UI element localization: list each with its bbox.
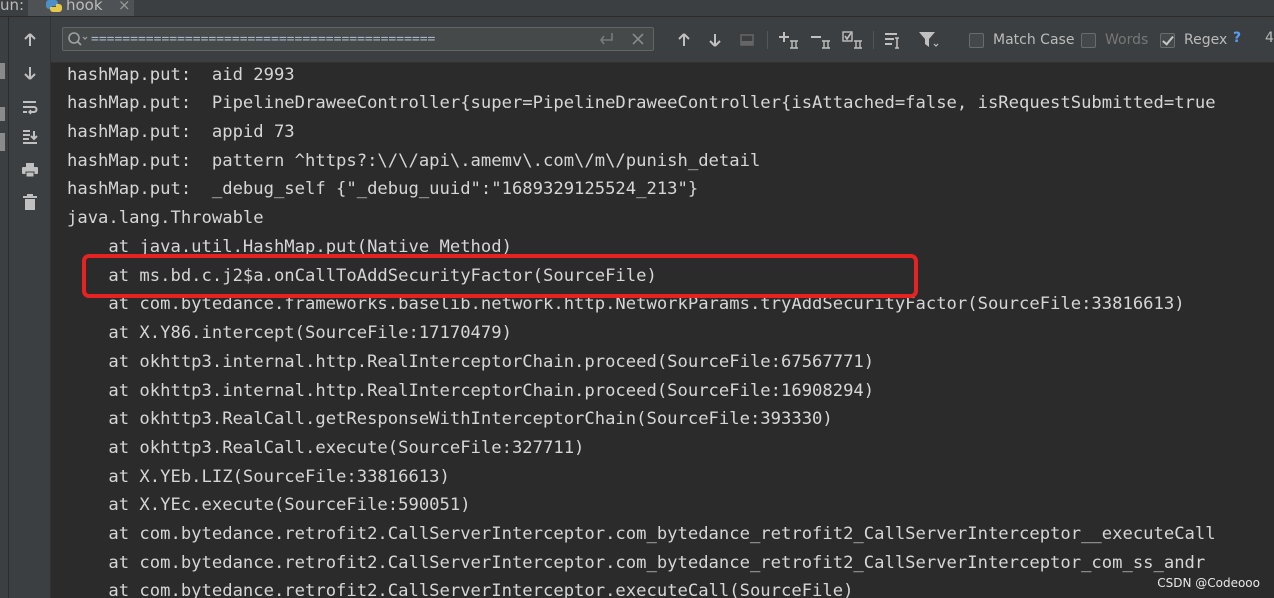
search-icon (68, 32, 88, 46)
console-line: at X.YEc.execute(SourceFile:590051) (67, 495, 471, 515)
console-line: at com.bytedance.retrofit2.CallServerInt… (67, 553, 1206, 573)
window-icon (740, 34, 754, 46)
search-field (62, 27, 654, 51)
regex-option[interactable]: Regex (1160, 30, 1227, 50)
filter-lines-button[interactable] (884, 29, 906, 51)
toolbar-separator (767, 31, 768, 49)
clear-all-button[interactable] (20, 192, 40, 212)
regex-help-link[interactable]: ? (1233, 30, 1241, 46)
down-stack-trace-button[interactable] (20, 63, 40, 83)
edge-marker (0, 133, 5, 143)
run-label: un: (0, 0, 25, 14)
find-toolbar: Match Case Words Regex ? 4 (51, 17, 1274, 63)
toolbar-separator (873, 31, 874, 49)
arrow-up-icon (678, 33, 690, 46)
match-count: 4 (1265, 30, 1274, 46)
regex-checkbox[interactable] (1160, 32, 1175, 48)
match-case-checkbox[interactable] (969, 32, 984, 48)
filter-lines-icon (885, 33, 899, 49)
select-all-occurrences-button[interactable] (842, 29, 864, 51)
select-all-icon (842, 31, 862, 49)
edge-marker (0, 107, 5, 121)
console-line: hashMap.put: PipelineDraweeController{su… (67, 93, 1216, 113)
console-line: at X.YEb.LIZ(SourceFile:33816613) (67, 467, 450, 487)
add-occurrence-button[interactable] (778, 29, 800, 51)
watermark: CSDN @Codeooo (1157, 576, 1260, 590)
console-side-toolbar (9, 17, 51, 598)
console-line: java.lang.Throwable (67, 208, 264, 228)
regex-label: Regex (1184, 32, 1228, 48)
open-in-window-button[interactable] (736, 29, 758, 51)
words-label: Words (1105, 32, 1149, 48)
console-output[interactable]: hashMap.put: aid 2993 hashMap.put: Pipel… (51, 63, 1274, 598)
print-icon (22, 163, 38, 178)
red-highlight-annotation (82, 254, 918, 298)
edge-marker (0, 63, 5, 79)
left-edge-strip (0, 17, 9, 598)
trash-icon (23, 194, 37, 210)
search-input[interactable] (91, 30, 591, 48)
console-line: hashMap.put: appid 73 (67, 122, 295, 142)
next-occurrence-button[interactable] (704, 29, 726, 51)
remove-occurrence-button[interactable] (810, 29, 832, 51)
console-line: at X.Y86.intercept(SourceFile:17170479) (67, 323, 512, 343)
match-case-option[interactable]: Match Case (969, 30, 1074, 50)
arrow-down-icon (24, 67, 36, 80)
console-line: hashMap.put: aid 2993 (67, 65, 295, 85)
up-stack-trace-button[interactable] (20, 30, 40, 50)
remove-selection-icon (811, 36, 830, 49)
scroll-to-end-button[interactable] (20, 127, 40, 147)
tab-label: hook (66, 0, 103, 14)
edge-marker (0, 143, 5, 151)
words-option[interactable]: Words (1081, 30, 1148, 50)
tab-hook[interactable]: hook × (28, 0, 134, 16)
console-line: at com.bytedance.retrofit2.CallServerInt… (67, 524, 1216, 544)
python-icon (46, 0, 62, 12)
filter-button[interactable] (918, 29, 940, 51)
console-line: hashMap.put: _debug_self {"_debug_uuid":… (67, 179, 699, 199)
match-case-label: Match Case (993, 32, 1075, 48)
scroll-to-end-icon (23, 130, 38, 144)
add-selection-icon (779, 32, 798, 49)
previous-occurrence-button[interactable] (673, 29, 695, 51)
words-checkbox[interactable] (1081, 32, 1096, 48)
soft-wrap-icon (23, 101, 38, 115)
console-line: at okhttp3.RealCall.getResponseWithInter… (67, 409, 833, 429)
console-line: at okhttp3.internal.http.RealInterceptor… (67, 381, 875, 401)
soft-wrap-button[interactable] (20, 97, 40, 117)
console-line: hashMap.put: pattern ^https?:\/\/api\.am… (67, 151, 761, 171)
close-icon[interactable] (630, 31, 646, 47)
enter-icon[interactable] (597, 31, 615, 47)
print-button[interactable] (20, 160, 40, 180)
console-line: at okhttp3.RealCall.execute(SourceFile:3… (67, 438, 585, 458)
run-tool-window-tabs: un: hook × (0, 0, 1274, 17)
console-line: at okhttp3.internal.http.RealInterceptor… (67, 352, 875, 372)
arrow-down-icon (709, 34, 721, 47)
tab-close-icon[interactable]: × (118, 0, 131, 14)
filter-icon (919, 32, 939, 47)
console-line: at com.bytedance.retrofit2.CallServerInt… (67, 581, 854, 598)
arrow-up-icon (24, 33, 36, 46)
